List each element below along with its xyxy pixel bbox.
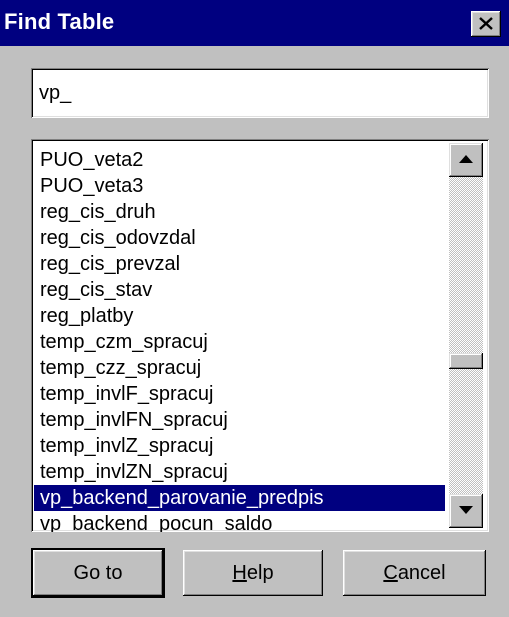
list-item[interactable]: reg_cis_stav xyxy=(34,277,445,303)
list-item[interactable]: PUO_veta3 xyxy=(34,173,445,199)
help-label: elp xyxy=(246,562,274,584)
list-item[interactable]: temp_invlF_spracuj xyxy=(34,381,445,407)
table-list-items: PUO_veta2 PUO_veta3 reg_cis_druh reg_cis… xyxy=(34,147,445,532)
help-button[interactable]: Help xyxy=(183,550,323,596)
list-item[interactable]: PUO_veta2 xyxy=(34,147,445,173)
go-to-button[interactable]: Go to xyxy=(33,550,163,596)
list-item[interactable]: temp_invlZN_spracuj xyxy=(34,459,445,485)
scroll-thumb[interactable] xyxy=(449,353,483,369)
list-item[interactable]: reg_cis_druh xyxy=(34,199,445,225)
list-item[interactable]: reg_cis_odovzdal xyxy=(34,225,445,251)
list-item[interactable]: vp_backend_pocun_saldo xyxy=(34,511,445,532)
scroll-down-button[interactable] xyxy=(449,494,483,528)
close-icon xyxy=(479,17,493,30)
list-item[interactable]: temp_czm_spracuj xyxy=(34,329,445,355)
cancel-label: ancel xyxy=(397,562,446,584)
arrow-up-icon xyxy=(459,155,473,163)
list-item[interactable]: reg_cis_prevzal xyxy=(34,251,445,277)
list-item[interactable]: temp_invlZ_spracuj xyxy=(34,433,445,459)
search-input[interactable] xyxy=(39,78,469,108)
go-to-label: Go to xyxy=(73,562,123,584)
find-table-dialog: Find Table PUO_veta2 PUO_veta3 reg_cis_d… xyxy=(0,0,509,617)
help-mnemonic: H xyxy=(232,562,247,584)
title-bar[interactable]: Find Table xyxy=(0,0,509,46)
vertical-scrollbar[interactable] xyxy=(449,143,483,528)
scroll-up-button[interactable] xyxy=(449,143,483,177)
table-list[interactable]: PUO_veta2 PUO_veta3 reg_cis_druh reg_cis… xyxy=(31,139,489,532)
close-button[interactable] xyxy=(471,11,501,37)
dialog-title: Find Table xyxy=(4,9,115,34)
list-item[interactable]: reg_platby xyxy=(34,303,445,329)
cancel-mnemonic: C xyxy=(383,562,398,584)
cancel-button[interactable]: Cancel xyxy=(343,550,486,596)
search-field[interactable] xyxy=(31,68,489,118)
list-item[interactable]: temp_czz_spracuj xyxy=(34,355,445,381)
list-item[interactable]: temp_invlFN_spracuj xyxy=(34,407,445,433)
list-item-selected[interactable]: vp_backend_parovanie_predpis xyxy=(34,485,445,511)
arrow-down-icon xyxy=(459,506,473,514)
